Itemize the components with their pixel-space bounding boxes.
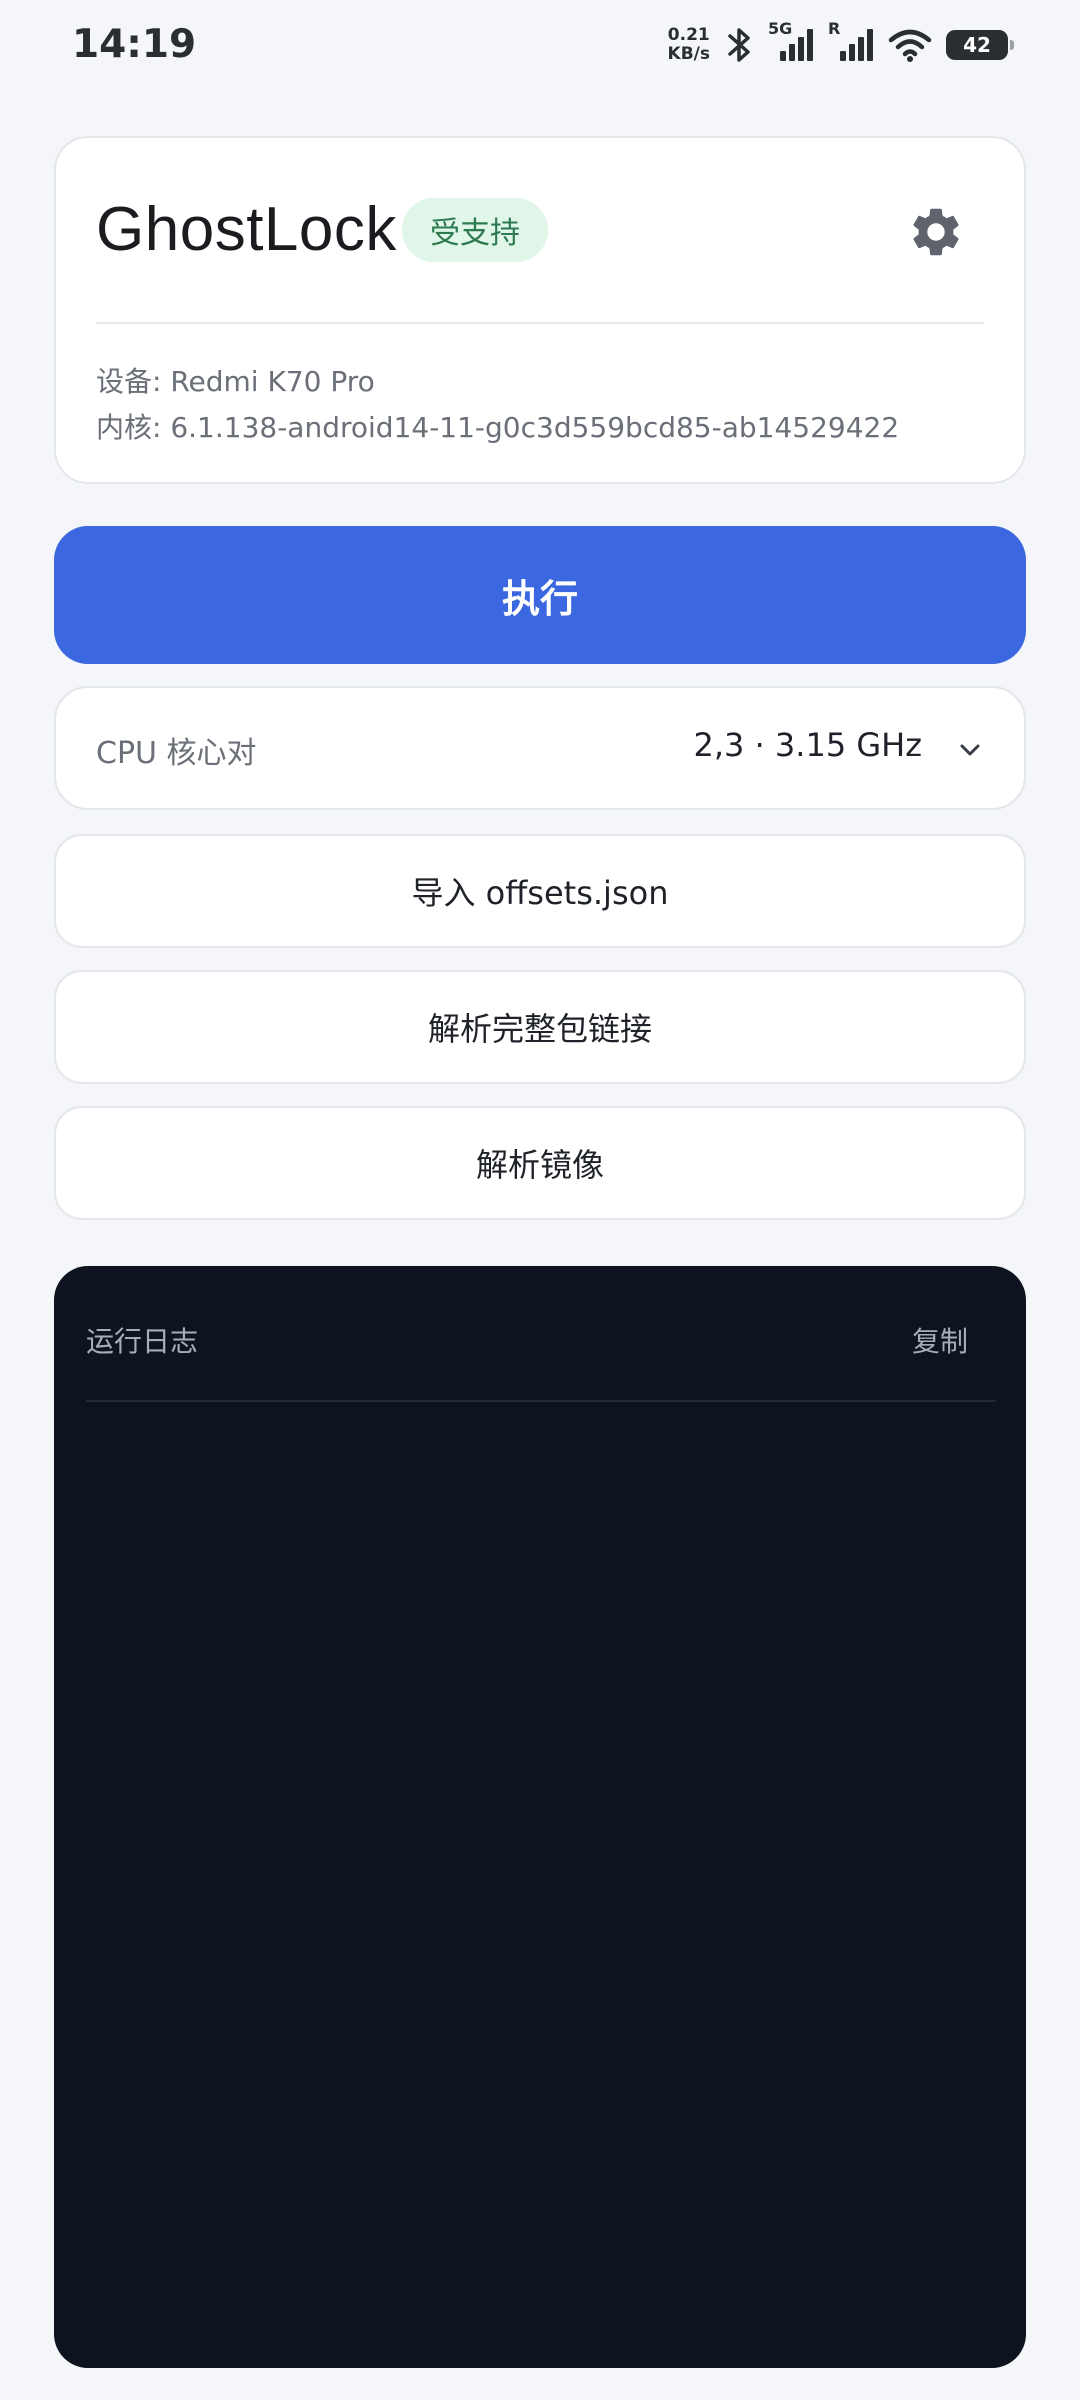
chevron-down-icon	[952, 732, 988, 768]
network-type-label: 5G	[768, 19, 793, 38]
network-speed-unit: KB/s	[667, 44, 710, 64]
battery-level: 42	[963, 33, 991, 57]
status-icons: 0.21 KB/s 5G R 42	[668, 19, 1014, 70]
signal-icon: 5G	[768, 19, 814, 65]
parse-full-package-link-button[interactable]: 解析完整包链接	[54, 970, 1026, 1084]
run-log-panel: 运行日志 复制	[54, 1266, 1026, 2368]
roaming-label: R	[828, 19, 841, 38]
cpu-core-pair-value: 2,3 · 3.15 GHz	[693, 726, 922, 764]
log-output-area[interactable]	[86, 1416, 996, 2338]
device-info-card: GhostLock 受支持 设备: Redmi K70 Pro 内核: 6.1.…	[54, 136, 1026, 484]
network-speed: 0.21 KB/s	[668, 26, 710, 64]
app-title: GhostLock	[96, 195, 397, 264]
import-offsets-button[interactable]: 导入 offsets.json	[54, 834, 1026, 948]
signal-icon: R	[828, 19, 874, 65]
cpu-core-pair-label: CPU 核心对	[96, 736, 257, 771]
device-model-text: 设备: Redmi K70 Pro	[96, 365, 375, 398]
kernel-version-text: 内核: 6.1.138-android14-11-g0c3d559bcd85-a…	[96, 411, 900, 444]
network-speed-value: 0.21	[667, 25, 710, 45]
log-divider	[86, 1400, 996, 1402]
support-status-badge: 受支持	[402, 198, 548, 262]
card-divider	[96, 322, 984, 324]
status-time: 14:19	[72, 22, 197, 67]
bluetooth-icon	[724, 26, 754, 64]
battery-icon: 42	[946, 30, 1014, 60]
execute-button[interactable]: 执行	[54, 526, 1026, 664]
status-bar: 14:19 0.21 KB/s 5G R 42	[0, 0, 1080, 90]
parse-image-button[interactable]: 解析镜像	[54, 1106, 1026, 1220]
run-log-title: 运行日志	[86, 1325, 199, 1358]
copy-log-button[interactable]: 复制	[912, 1320, 968, 1360]
gear-icon[interactable]	[906, 202, 966, 262]
cpu-core-pair-dropdown[interactable]: CPU 核心对 2,3 · 3.15 GHz	[54, 686, 1026, 810]
wifi-icon	[888, 27, 932, 63]
